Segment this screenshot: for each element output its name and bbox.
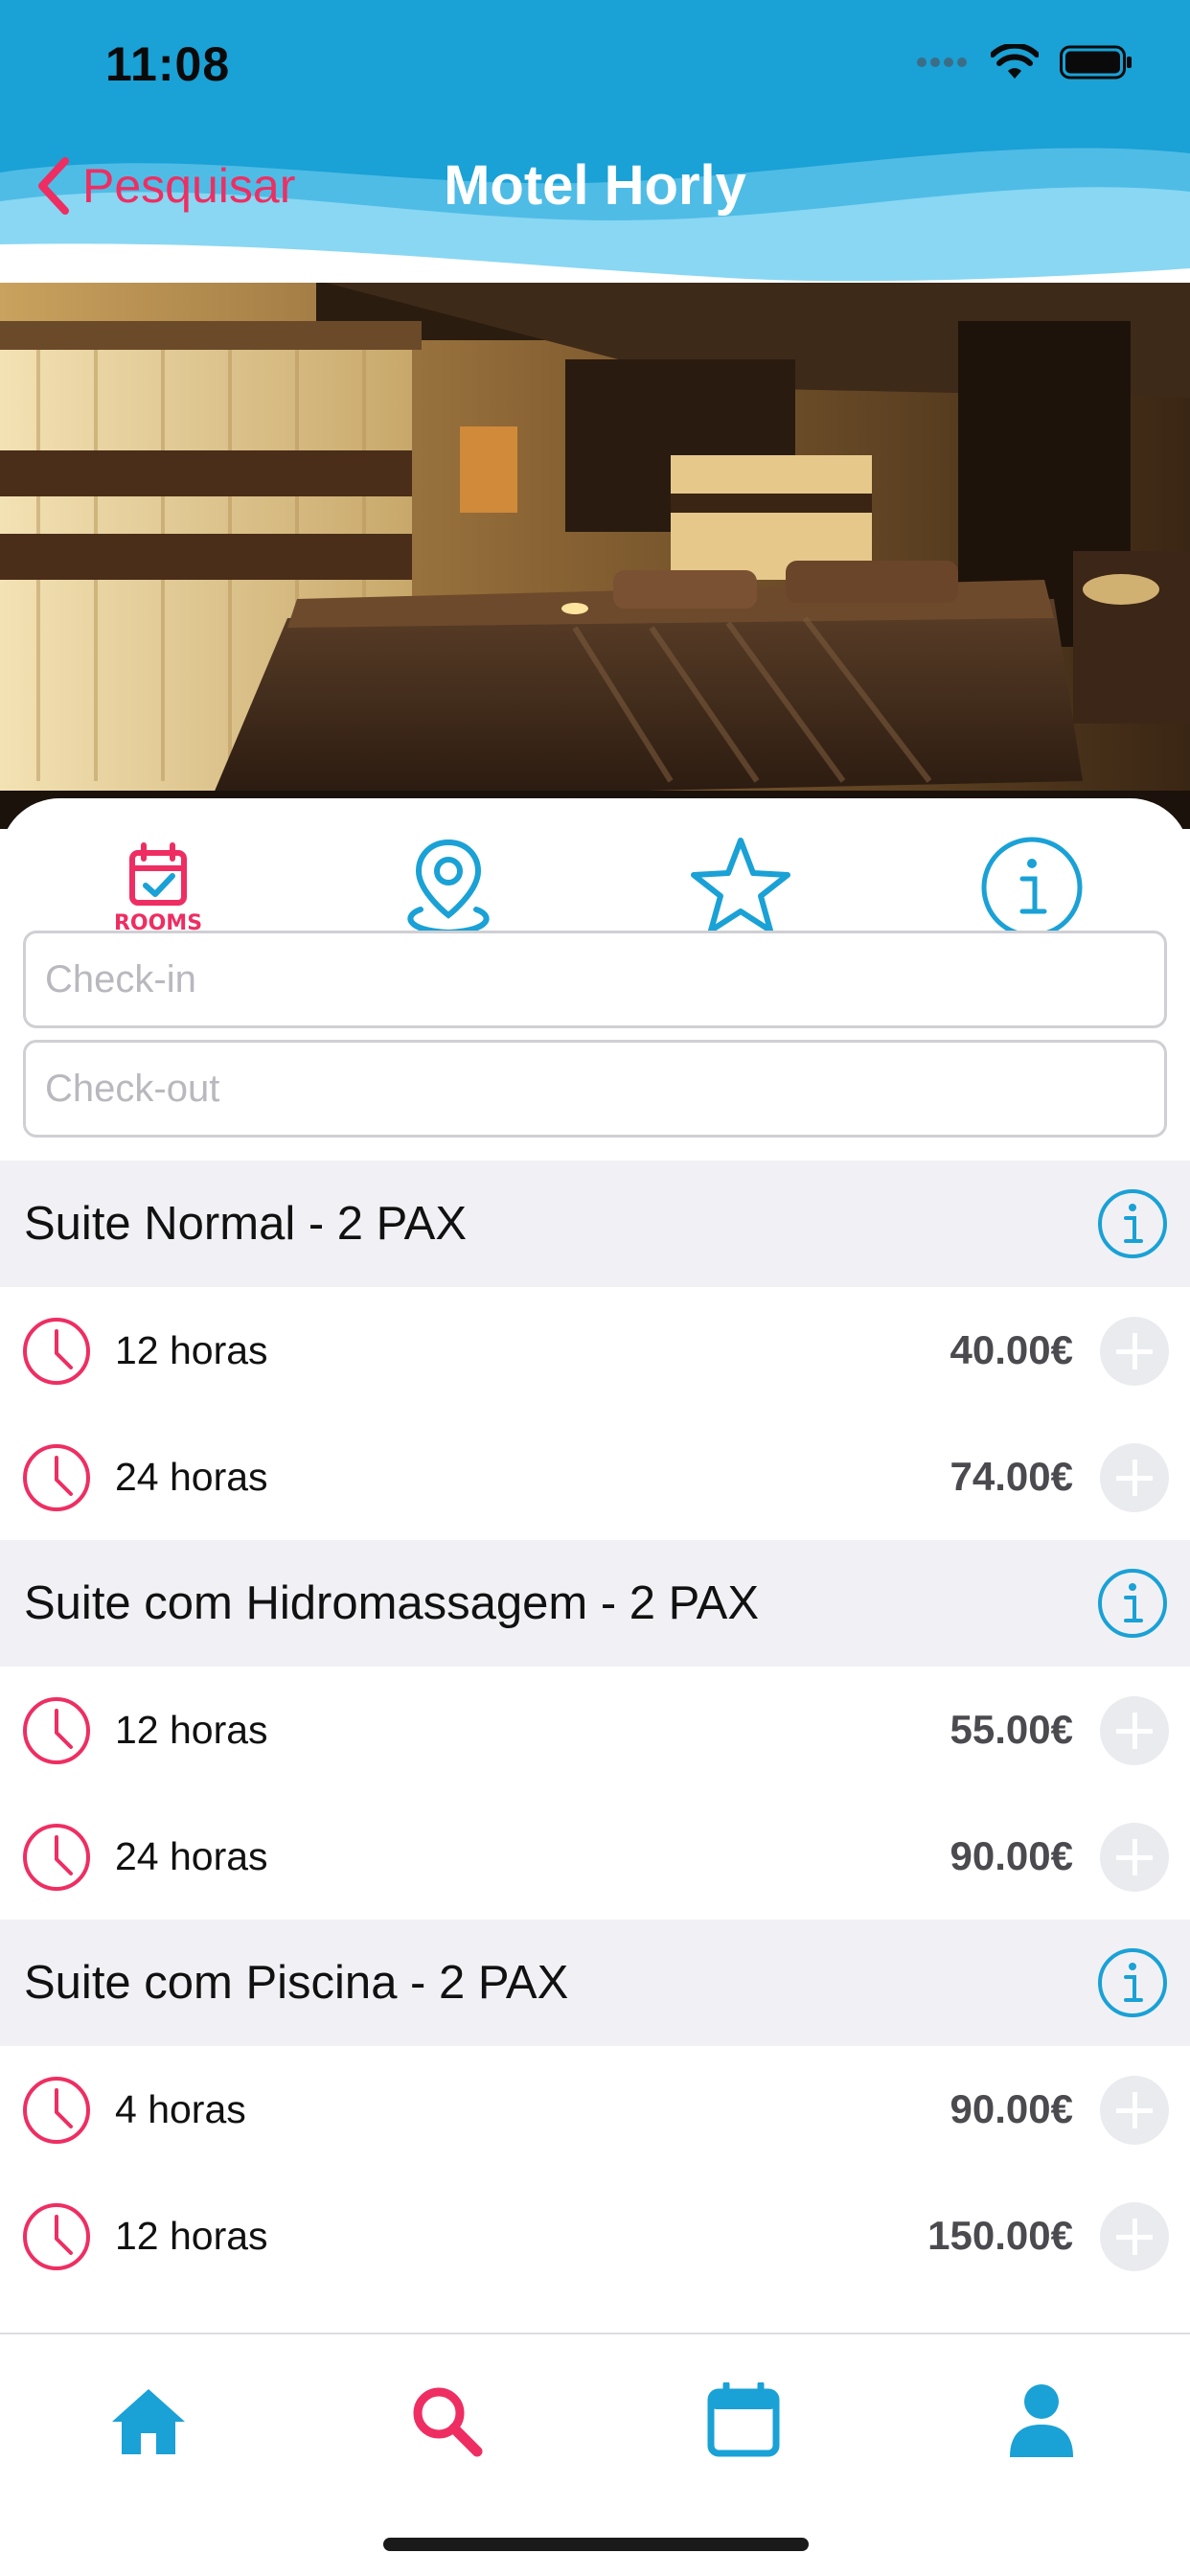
- signal-icon: [917, 58, 967, 67]
- room-section-header: Suite Normal - 2 PAX: [0, 1161, 1190, 1287]
- rate-duration: 12 horas: [115, 1328, 268, 1372]
- rate-price: 90.00€: [950, 1833, 1073, 1878]
- rate-row[interactable]: 4 horas 90.00€: [0, 2046, 1190, 2173]
- room-photo-illustration: [0, 283, 1190, 829]
- user-icon: [1010, 2384, 1073, 2457]
- clock-icon: [23, 1444, 90, 1511]
- clock-icon: [23, 1697, 90, 1764]
- room-info-icon[interactable]: [1096, 1567, 1169, 1640]
- info-icon: [981, 837, 1083, 938]
- clock-icon: [23, 2077, 90, 2144]
- rate-duration: 12 horas: [115, 1708, 268, 1752]
- add-button[interactable]: [1100, 1317, 1169, 1386]
- hotel-room-photo: [0, 283, 1190, 829]
- room-section-title: Suite com Hidromassagem - 2 PAX: [24, 1577, 760, 1629]
- rate-price: 74.00€: [950, 1454, 1073, 1499]
- home-icon: [112, 2389, 185, 2454]
- search-icon: [413, 2387, 483, 2457]
- tab-profile[interactable]: [994, 2373, 1089, 2469]
- rate-row[interactable]: 12 horas 40.00€: [0, 1287, 1190, 1414]
- clock-icon: [23, 2203, 90, 2270]
- room-section-title: Suite Normal - 2 PAX: [24, 1198, 468, 1250]
- rate-row[interactable]: 12 horas 55.00€: [0, 1667, 1190, 1793]
- clock-icon: [23, 1824, 90, 1891]
- rate-duration: 24 horas: [115, 1834, 268, 1878]
- checkout-field[interactable]: [23, 1040, 1167, 1138]
- tab-bookings[interactable]: [696, 2373, 791, 2469]
- rate-row[interactable]: 24 horas 74.00€: [0, 1414, 1190, 1540]
- wifi-icon: [991, 44, 1039, 79]
- room-section-title: Suite com Piscina - 2 PAX: [24, 1957, 569, 2009]
- rate-duration: 12 horas: [115, 2214, 268, 2258]
- rate-row[interactable]: 12 horas 150.00€: [0, 2173, 1190, 2299]
- add-button[interactable]: [1100, 1696, 1169, 1765]
- add-button[interactable]: [1100, 2076, 1169, 2145]
- rate-row[interactable]: 24 horas 90.00€: [0, 1793, 1190, 1920]
- rate-price: 150.00€: [927, 2213, 1073, 2258]
- map-pin-icon: [407, 839, 490, 936]
- status-time: 11:08: [105, 37, 231, 91]
- rate-price: 55.00€: [950, 1707, 1073, 1752]
- rate-duration: 24 horas: [115, 1455, 268, 1499]
- page-title: Motel Horly: [444, 154, 746, 217]
- calendar-icon: [707, 2382, 780, 2457]
- room-info-icon[interactable]: [1096, 1946, 1169, 2019]
- status-icons: [916, 44, 1133, 80]
- rate-duration: 4 horas: [115, 2087, 246, 2131]
- add-button[interactable]: [1100, 2202, 1169, 2271]
- add-button[interactable]: [1100, 1823, 1169, 1892]
- clock-icon: [23, 1318, 90, 1385]
- checkin-field[interactable]: [23, 931, 1167, 1028]
- app-header: 11:08 Pesquisar Motel Horly: [0, 0, 1190, 288]
- room-info-icon[interactable]: [1096, 1187, 1169, 1260]
- home-indicator: [383, 2538, 809, 2551]
- room-section-header: Suite com Hidromassagem - 2 PAX: [0, 1540, 1190, 1667]
- details-card: ROOMS Suite Normal - 2 PAX: [0, 798, 1190, 2332]
- battery-icon: [1060, 45, 1132, 80]
- rate-price: 40.00€: [950, 1327, 1073, 1372]
- tab-search[interactable]: [399, 2373, 494, 2469]
- star-icon: [691, 838, 790, 933]
- add-button[interactable]: [1100, 1443, 1169, 1512]
- room-section-header: Suite com Piscina - 2 PAX: [0, 1920, 1190, 2046]
- calendar-check-icon: ROOMS: [114, 842, 202, 935]
- rate-price: 90.00€: [950, 2086, 1073, 2131]
- tab-home[interactable]: [101, 2373, 196, 2469]
